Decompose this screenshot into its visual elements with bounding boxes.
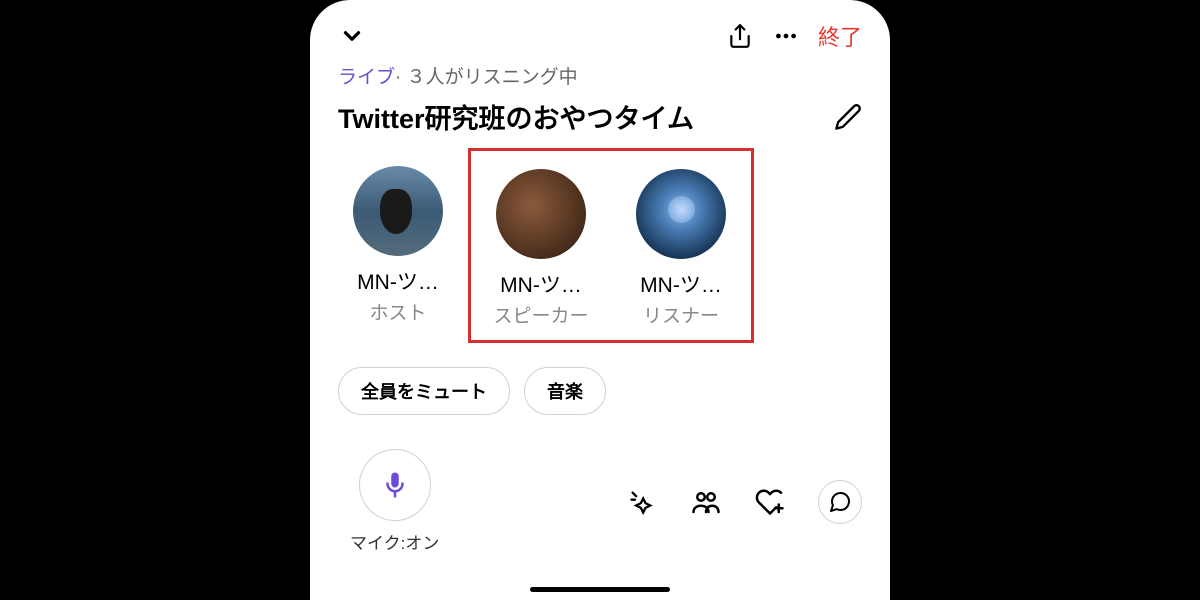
participant-name: MN-ツ… <box>500 269 582 299</box>
bottom-toolbar: マイク:オン <box>310 431 890 564</box>
heart-plus-icon <box>755 487 785 517</box>
people-icon <box>691 487 721 517</box>
edit-title-button[interactable] <box>834 103 862 131</box>
space-title: Twitter研究班のおやつタイム <box>338 97 694 136</box>
status-line: ライブ· ３人がリスニング中 <box>310 62 890 89</box>
sparkle-icon <box>628 488 656 516</box>
mute-all-button[interactable]: 全員をミュート <box>338 367 510 415</box>
chat-bubble-icon <box>828 490 852 514</box>
people-button[interactable] <box>690 486 722 518</box>
pencil-icon <box>834 103 862 131</box>
mic-section: マイク:オン <box>350 449 439 554</box>
collapse-button[interactable] <box>338 22 366 50</box>
participant-role: ホスト <box>369 298 426 325</box>
bottom-icons-group <box>626 480 862 524</box>
participant-speaker[interactable]: MN-ツ… スピーカー <box>471 151 611 340</box>
avatar <box>496 169 586 259</box>
status-separator: · <box>395 67 401 88</box>
effects-button[interactable] <box>626 486 658 518</box>
home-indicator[interactable] <box>530 587 670 592</box>
end-space-button[interactable]: 終了 <box>818 20 862 52</box>
participant-name: MN-ツ… <box>357 266 439 296</box>
chat-button[interactable] <box>818 480 862 524</box>
participant-name: MN-ツ… <box>640 269 722 299</box>
mic-toggle-button[interactable] <box>359 449 431 521</box>
highlighted-participants: MN-ツ… スピーカー MN-ツ… リスナー <box>468 148 754 343</box>
more-options-button[interactable] <box>772 22 800 50</box>
twitter-space-panel: 終了 ライブ· ３人がリスニング中 Twitter研究班のおやつタイム MN-ツ… <box>310 0 890 600</box>
avatar <box>353 166 443 256</box>
share-icon <box>727 23 753 49</box>
participants-list: MN-ツ… ホスト MN-ツ… スピーカー MN-ツ… リスナー <box>310 148 890 343</box>
dots-icon <box>773 23 799 49</box>
listening-count: ３人がリスニング中 <box>407 67 578 88</box>
microphone-icon <box>380 470 410 500</box>
music-button[interactable]: 音楽 <box>524 367 606 415</box>
share-button[interactable] <box>726 22 754 50</box>
participant-role: リスナー <box>643 301 719 328</box>
participant-listener[interactable]: MN-ツ… リスナー <box>611 151 751 340</box>
participant-host[interactable]: MN-ツ… ホスト <box>328 148 468 343</box>
mic-status-label: マイク:オン <box>350 529 439 554</box>
heart-add-button[interactable] <box>754 486 786 518</box>
live-label: ライブ <box>338 67 395 88</box>
avatar <box>636 169 726 259</box>
title-row: Twitter研究班のおやつタイム <box>310 89 890 148</box>
chevron-down-icon <box>339 23 365 49</box>
participant-role: スピーカー <box>493 301 588 328</box>
action-buttons-row: 全員をミュート 音楽 <box>310 343 890 431</box>
header-bar: 終了 <box>310 0 890 62</box>
